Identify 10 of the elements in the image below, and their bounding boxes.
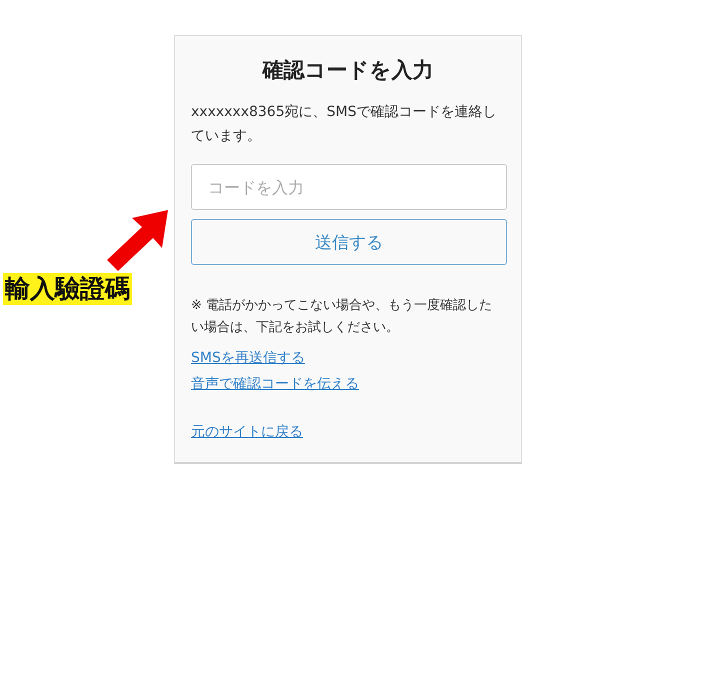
help-link[interactable]: 音声で確認コードを伝える (191, 371, 359, 397)
help-note: ※ 電話がかかってこない場合や、もう一度確認したい場合は、下記をお試しください。 (191, 297, 494, 337)
sms-message: xxxxxxx8365宛に、SMSで確認コードを連絡しています。 (191, 103, 498, 146)
back-link[interactable]: 元のサイトに戻る (191, 419, 303, 445)
annotation-label: 輸入驗證碼 (3, 273, 132, 305)
help-link[interactable]: SMSを再送信する (191, 345, 305, 371)
submit-button[interactable]: 送信する (191, 219, 507, 265)
code-input-field[interactable]: コードを入力 (191, 164, 507, 210)
arrow-annotation (107, 210, 168, 271)
page-title: 確認コードを入力 (261, 57, 434, 84)
